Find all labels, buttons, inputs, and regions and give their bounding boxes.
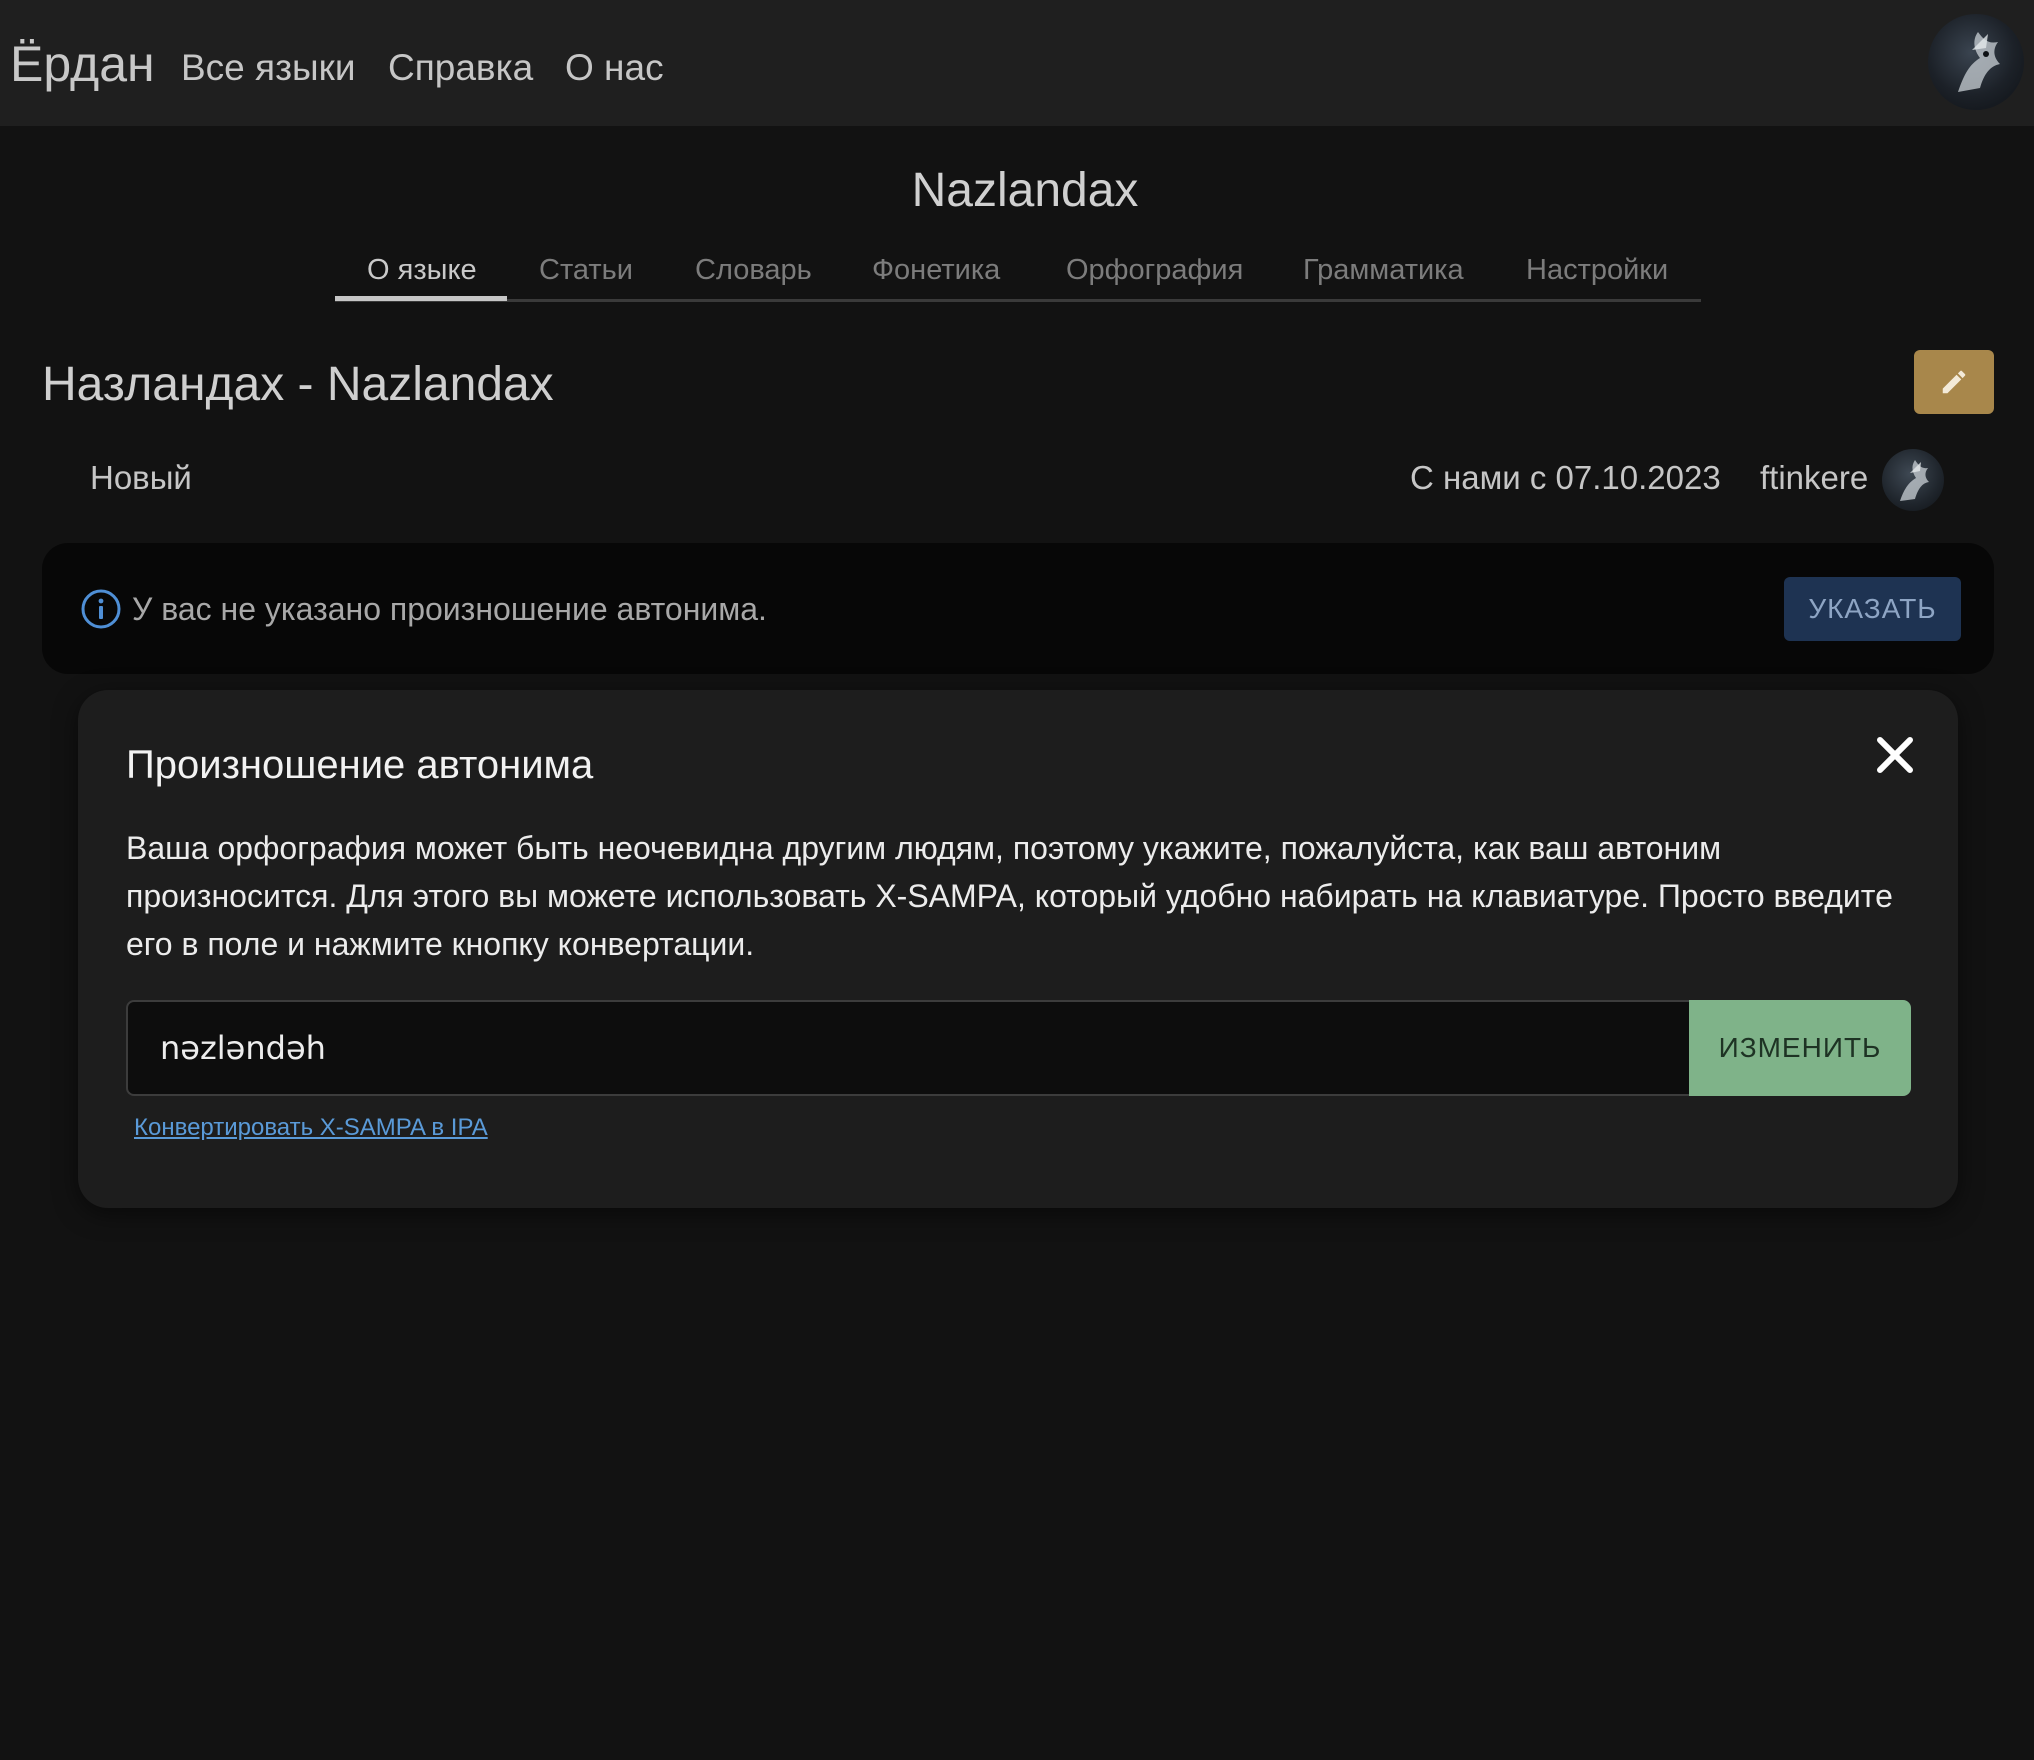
edit-button[interactable]: [1914, 350, 1994, 414]
user-avatar[interactable]: [1928, 14, 2024, 110]
alert-message: У вас не указано произношение автонима.: [132, 591, 767, 627]
page-title: Назландах - Nazlandax: [42, 358, 554, 411]
author-avatar[interactable]: [1882, 449, 1944, 511]
tab-orthography[interactable]: Орфография: [1066, 252, 1243, 288]
dialog-title: Произношение автонима: [126, 743, 594, 787]
nav-about[interactable]: О нас: [565, 46, 664, 90]
language-tabs: О языке Статьи Словарь Фонетика Орфограф…: [335, 246, 1701, 302]
site-brand[interactable]: Ёрдан: [10, 34, 155, 94]
avatar-image: [1958, 32, 2000, 92]
info-icon: [81, 589, 121, 629]
convert-xsampa-link[interactable]: Конвертировать X-SAMPA в IPA: [134, 1112, 488, 1144]
change-button[interactable]: ИЗМЕНИТЬ: [1689, 1000, 1911, 1096]
tab-dictionary[interactable]: Словарь: [695, 252, 812, 288]
pronunciation-alert: У вас не указано произношение автонима. …: [42, 543, 1994, 674]
specify-button[interactable]: УКАЗАТЬ: [1784, 577, 1961, 641]
pronunciation-input[interactable]: [126, 1000, 1689, 1096]
tab-settings[interactable]: Настройки: [1526, 252, 1668, 288]
nav-help[interactable]: Справка: [388, 46, 533, 90]
top-navbar: Ёрдан Все языки Справка О нас: [0, 0, 2034, 126]
pronunciation-input-group: ИЗМЕНИТЬ: [126, 1000, 1911, 1096]
tab-grammar[interactable]: Грамматика: [1303, 252, 1464, 288]
dialog-description: Ваша орфография может быть неочевидна др…: [126, 830, 1893, 962]
close-icon: [1877, 737, 1913, 773]
active-tab-indicator: [335, 296, 507, 301]
language-title: Nazlandax: [911, 164, 1139, 217]
tab-about-language[interactable]: О языке: [367, 252, 477, 288]
autonym-pronunciation-dialog: Произношение автонима Ваша орфография мо…: [78, 690, 1958, 1208]
close-button[interactable]: [1870, 730, 1920, 780]
tab-phonetics[interactable]: Фонетика: [872, 252, 1000, 288]
tab-articles[interactable]: Статьи: [539, 252, 633, 288]
nav-all-languages[interactable]: Все языки: [181, 46, 356, 90]
status-label: Новый: [90, 459, 192, 496]
author-username[interactable]: ftinkere: [1760, 458, 1868, 498]
member-since: С нами с 07.10.2023: [1410, 459, 1721, 496]
pencil-icon: [1942, 370, 1966, 394]
avatar-image: [1900, 460, 1929, 501]
